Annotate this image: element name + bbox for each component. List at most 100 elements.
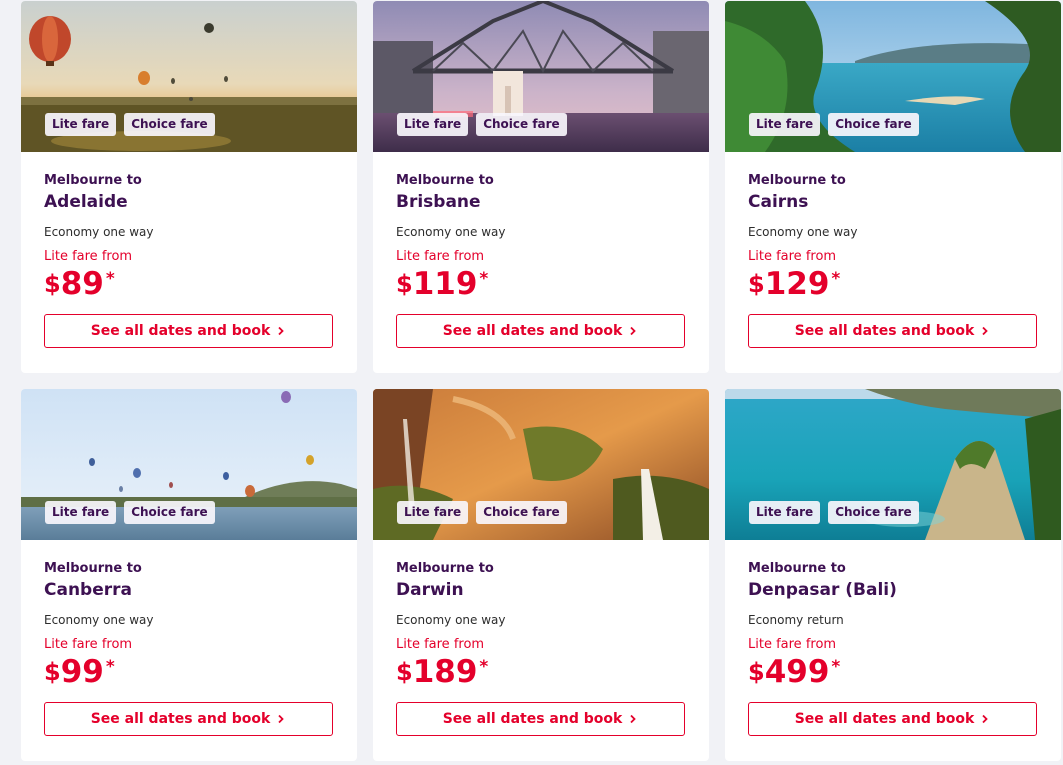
- route-destination: Denpasar (Bali): [748, 580, 897, 600]
- fare-label: Lite fare from: [748, 637, 837, 652]
- chevron-right-icon: [982, 326, 989, 336]
- cabin-class: Economy one way: [396, 613, 506, 627]
- route-origin: Melbourne to: [748, 173, 846, 188]
- book-button-label: See all dates and book: [794, 323, 975, 339]
- fare-label: Lite fare from: [396, 249, 485, 264]
- chevron-right-icon: [278, 714, 285, 724]
- route-origin: Melbourne to: [44, 173, 142, 188]
- destination-image: Lite fare Choice fare: [373, 1, 709, 152]
- fare-tags: Lite fare Choice fare: [45, 113, 215, 136]
- choice-fare-tag: Choice fare: [476, 501, 567, 524]
- fare-label: Lite fare from: [748, 249, 837, 264]
- route-origin: Melbourne to: [396, 173, 494, 188]
- lite-fare-tag: Lite fare: [749, 113, 821, 136]
- card-body: Melbourne to Canberra Economy one way Li…: [21, 540, 357, 761]
- price-currency: $: [44, 658, 61, 686]
- price-asterisk: *: [831, 269, 841, 289]
- fare-card-adelaide[interactable]: Lite fare Choice fare Melbourne to Adela…: [21, 1, 357, 373]
- price: $ 119 *: [396, 266, 686, 302]
- fare-tags: Lite fare Choice fare: [749, 501, 919, 524]
- see-all-dates-button[interactable]: See all dates and book: [44, 314, 333, 348]
- price-currency: $: [748, 658, 765, 686]
- fare-label: Lite fare from: [396, 637, 485, 652]
- cabin-class: Economy one way: [44, 613, 154, 627]
- fare-card-brisbane[interactable]: Lite fare Choice fare Melbourne to Brisb…: [373, 1, 709, 373]
- card-body: Melbourne to Denpasar (Bali) Economy ret…: [725, 540, 1061, 761]
- see-all-dates-button[interactable]: See all dates and book: [748, 702, 1037, 736]
- fare-tags: Lite fare Choice fare: [397, 501, 567, 524]
- price-asterisk: *: [831, 657, 841, 677]
- card-body: Melbourne to Darwin Economy one way Lite…: [373, 540, 709, 761]
- price-asterisk: *: [105, 269, 115, 289]
- chevron-right-icon: [630, 326, 637, 336]
- book-button-label: See all dates and book: [90, 323, 271, 339]
- cabin-class: Economy one way: [44, 225, 154, 239]
- choice-fare-tag: Choice fare: [476, 113, 567, 136]
- card-body: Melbourne to Cairns Economy one way Lite…: [725, 152, 1061, 373]
- see-all-dates-button[interactable]: See all dates and book: [748, 314, 1037, 348]
- price-currency: $: [396, 270, 413, 298]
- price-amount: 129: [764, 266, 830, 302]
- route-destination: Darwin: [396, 580, 464, 600]
- choice-fare-tag: Choice fare: [828, 113, 919, 136]
- lite-fare-tag: Lite fare: [749, 501, 821, 524]
- book-button-label: See all dates and book: [90, 711, 271, 727]
- choice-fare-tag: Choice fare: [124, 501, 215, 524]
- route-destination: Canberra: [44, 580, 132, 600]
- chevron-right-icon: [630, 714, 637, 724]
- cabin-class: Economy return: [748, 613, 844, 627]
- destination-image: Lite fare Choice fare: [725, 389, 1061, 540]
- lite-fare-tag: Lite fare: [397, 113, 469, 136]
- price-amount: 499: [764, 654, 830, 690]
- price-amount: 119: [412, 266, 478, 302]
- fare-card-denpasar-bali[interactable]: Lite fare Choice fare Melbourne to Denpa…: [725, 389, 1061, 761]
- see-all-dates-button[interactable]: See all dates and book: [396, 314, 685, 348]
- choice-fare-tag: Choice fare: [828, 501, 919, 524]
- fare-label: Lite fare from: [44, 637, 133, 652]
- route-destination: Brisbane: [396, 192, 481, 212]
- destination-image: Lite fare Choice fare: [21, 389, 357, 540]
- book-button-label: See all dates and book: [442, 711, 623, 727]
- route-destination: Adelaide: [44, 192, 128, 212]
- fare-card-darwin[interactable]: Lite fare Choice fare Melbourne to Darwi…: [373, 389, 709, 761]
- price-asterisk: *: [479, 657, 489, 677]
- route-origin: Melbourne to: [44, 561, 142, 576]
- card-body: Melbourne to Brisbane Economy one way Li…: [373, 152, 709, 373]
- lite-fare-tag: Lite fare: [45, 113, 117, 136]
- see-all-dates-button[interactable]: See all dates and book: [396, 702, 685, 736]
- destination-image: Lite fare Choice fare: [725, 1, 1061, 152]
- card-body: Melbourne to Adelaide Economy one way Li…: [21, 152, 357, 373]
- lite-fare-tag: Lite fare: [397, 501, 469, 524]
- price-currency: $: [396, 658, 413, 686]
- fare-label: Lite fare from: [44, 249, 133, 264]
- fare-card-canberra[interactable]: Lite fare Choice fare Melbourne to Canbe…: [21, 389, 357, 761]
- price-currency: $: [44, 270, 61, 298]
- price: $ 99 *: [44, 654, 334, 690]
- destination-image: Lite fare Choice fare: [21, 1, 357, 152]
- lite-fare-tag: Lite fare: [45, 501, 117, 524]
- fare-card-cairns[interactable]: Lite fare Choice fare Melbourne to Cairn…: [725, 1, 1061, 373]
- fare-tags: Lite fare Choice fare: [749, 113, 919, 136]
- fare-tags: Lite fare Choice fare: [397, 113, 567, 136]
- price-amount: 99: [60, 654, 104, 690]
- chevron-right-icon: [278, 326, 285, 336]
- price: $ 129 *: [748, 266, 1038, 302]
- cabin-class: Economy one way: [396, 225, 506, 239]
- fare-tags: Lite fare Choice fare: [45, 501, 215, 524]
- choice-fare-tag: Choice fare: [124, 113, 215, 136]
- price: $ 189 *: [396, 654, 686, 690]
- book-button-label: See all dates and book: [442, 323, 623, 339]
- fare-card-grid: Lite fare Choice fare Melbourne to Adela…: [0, 0, 1063, 765]
- price-asterisk: *: [479, 269, 489, 289]
- chevron-right-icon: [982, 714, 989, 724]
- price: $ 499 *: [748, 654, 1038, 690]
- book-button-label: See all dates and book: [794, 711, 975, 727]
- price-amount: 189: [412, 654, 478, 690]
- cabin-class: Economy one way: [748, 225, 858, 239]
- route-origin: Melbourne to: [396, 561, 494, 576]
- price-currency: $: [748, 270, 765, 298]
- see-all-dates-button[interactable]: See all dates and book: [44, 702, 333, 736]
- price-asterisk: *: [105, 657, 115, 677]
- route-origin: Melbourne to: [748, 561, 846, 576]
- price: $ 89 *: [44, 267, 334, 301]
